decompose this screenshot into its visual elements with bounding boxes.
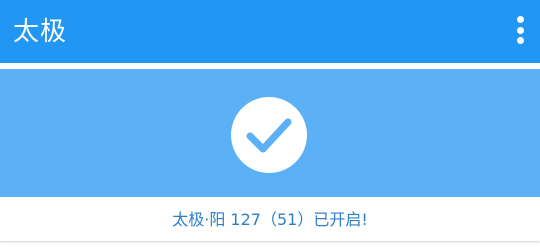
- checkmark-icon: [246, 118, 292, 153]
- app-title: 太极: [13, 16, 68, 47]
- menu-dot: [516, 26, 524, 34]
- status-card[interactable]: 太极·阳 127（51）已开启!: [0, 69, 540, 241]
- app-bar: 太极: [0, 0, 540, 63]
- more-vert-icon[interactable]: [515, 16, 525, 44]
- status-banner: [0, 69, 540, 197]
- menu-dot: [516, 37, 524, 44]
- check-circle-icon: [231, 97, 307, 173]
- menu-dot: [516, 16, 524, 23]
- status-text: 太极·阳 127（51）已开启!: [172, 210, 368, 229]
- app-window: 太极 太极·阳 127（51）已开启!: [0, 0, 540, 247]
